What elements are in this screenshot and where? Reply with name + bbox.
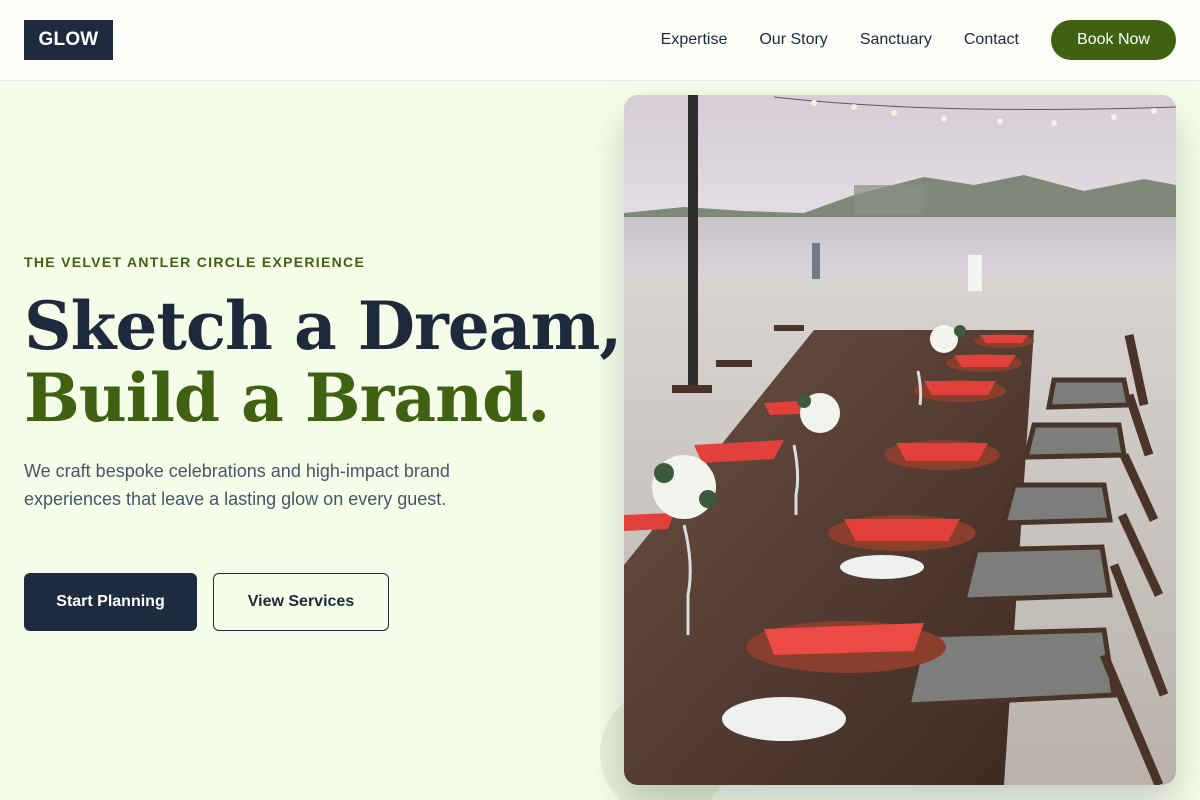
hero-image xyxy=(624,95,1176,785)
hero-headline: Sketch a Dream, Build a Brand. xyxy=(24,287,622,437)
logo[interactable]: GLOW xyxy=(24,20,113,60)
banquet-photo xyxy=(624,95,1176,785)
hero-description: We craft bespoke celebrations and high-i… xyxy=(24,461,450,509)
nav-link-expertise[interactable]: Expertise xyxy=(661,31,728,49)
nav-link-contact[interactable]: Contact xyxy=(964,31,1019,49)
nav-link-sanctuary[interactable]: Sanctuary xyxy=(860,31,932,49)
hero-eyebrow: THE VELVET ANTLER CIRCLE EXPERIENCE xyxy=(24,254,366,270)
headline-line-1: Sketch a Dream, xyxy=(24,287,622,365)
book-now-button[interactable]: Book Now xyxy=(1051,20,1176,60)
view-services-button[interactable]: View Services xyxy=(213,573,389,631)
site-header: GLOW Expertise Our Story Sanctuary Conta… xyxy=(0,0,1200,81)
headline-line-2: Build a Brand. xyxy=(24,359,550,437)
start-planning-button[interactable]: Start Planning xyxy=(24,573,197,631)
main-nav: Expertise Our Story Sanctuary Contact Bo… xyxy=(661,20,1176,60)
nav-link-our-story[interactable]: Our Story xyxy=(759,31,827,49)
